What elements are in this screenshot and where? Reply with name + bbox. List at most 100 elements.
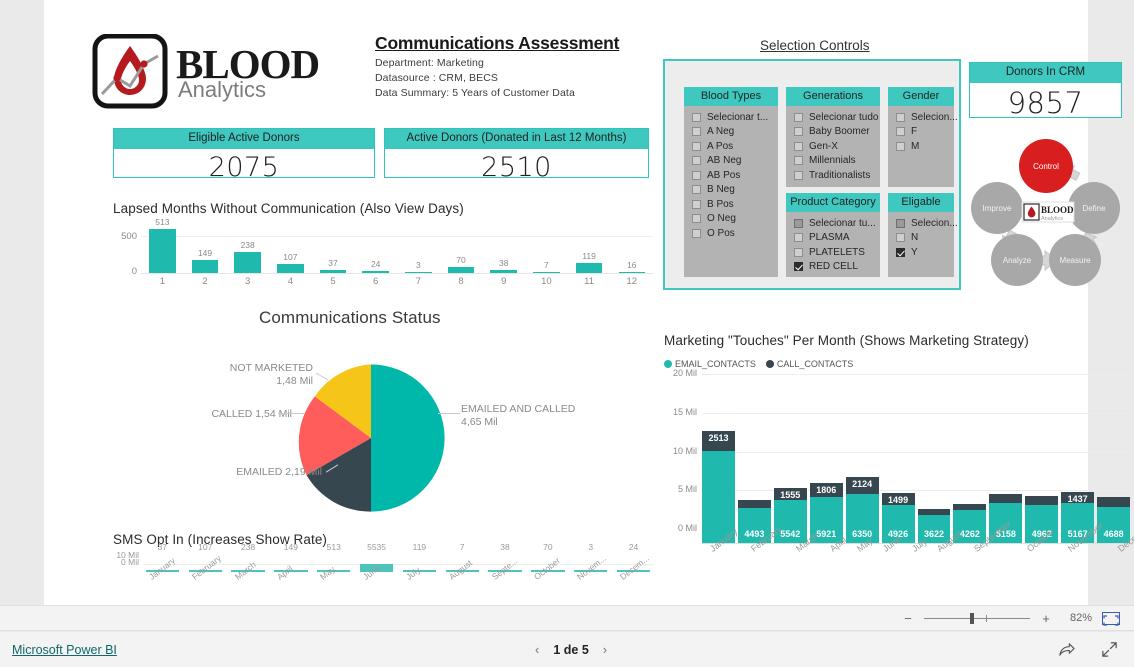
slicer-option[interactable]: RED CELL: [794, 260, 880, 275]
zoom-out-button[interactable]: −: [902, 611, 914, 626]
checkbox-icon[interactable]: [794, 170, 803, 180]
marketing-bar-column[interactable]: 1499 4926: [881, 374, 915, 543]
zoom-in-button[interactable]: +: [1040, 611, 1052, 626]
lapsed-bar-column[interactable]: 38: [482, 222, 525, 273]
checkbox-icon[interactable]: [794, 233, 803, 243]
slicer-option[interactable]: O Pos: [692, 226, 778, 241]
slicer-option[interactable]: F: [896, 125, 954, 140]
communications-status-chart[interactable]: NOT MARKETED 1,48 Mil CALLED 1,54 Mil EM…: [113, 330, 653, 520]
checkbox-icon[interactable]: [794, 262, 803, 272]
lapsed-bar-column[interactable]: 37: [312, 222, 355, 273]
slicer-eligable[interactable]: Eligable Selecion... N Y: [888, 193, 958, 277]
kpi-card-active-donors-12m[interactable]: Active Donors (Donated in Last 12 Months…: [384, 128, 649, 183]
checkbox-icon[interactable]: [692, 127, 701, 137]
marketing-bar-column[interactable]: 1555 5542: [773, 374, 807, 543]
marketing-bar-column[interactable]: 1806 5921: [809, 374, 843, 543]
slicer-option[interactable]: A Neg: [692, 125, 778, 140]
checkbox-icon[interactable]: [692, 156, 701, 166]
slicer-generations[interactable]: Generations Selecionar tudo Baby Boomer Gen…: [786, 87, 880, 187]
slicer-product-category[interactable]: Product Category Selecionar tu... PLASMA PL…: [786, 193, 880, 277]
lapsed-bar-column[interactable]: 238: [226, 222, 269, 273]
marketing-bar-column[interactable]: 2124 6350: [845, 374, 879, 543]
lapsed-bar-column[interactable]: 119: [568, 222, 611, 273]
y-tick-label: 10 Mil: [672, 445, 697, 456]
checkbox-icon[interactable]: [692, 112, 701, 122]
lapsed-bar-column[interactable]: 24: [354, 222, 397, 273]
microsoft-power-bi-link[interactable]: Microsoft Power BI: [12, 643, 117, 657]
slicer-option[interactable]: Selecion...: [896, 110, 958, 125]
slicer-blood-types[interactable]: Blood Types Selecionar t... A Neg A Pos AB N…: [684, 87, 778, 277]
slicer-option[interactable]: AB Neg: [692, 154, 778, 169]
lapsed-bar-column[interactable]: 7: [525, 222, 568, 273]
checkbox-icon[interactable]: [692, 199, 701, 209]
legend-item-call-contacts[interactable]: CALL_CONTACTS: [765, 359, 853, 369]
slicer-option[interactable]: B Neg: [692, 183, 778, 198]
slicer-option[interactable]: Traditionalists: [794, 168, 880, 183]
slicer-option[interactable]: PLATELETS: [794, 245, 880, 260]
marketing-bar-column[interactable]: 2513: [702, 374, 735, 543]
marketing-bar-column[interactable]: 1437 5167: [1061, 374, 1095, 543]
slicer-option[interactable]: M: [896, 139, 954, 154]
kpi-card-eligible-active-donors[interactable]: Eligible Active Donors 2075: [113, 128, 375, 183]
slicer-option-label: Millennials: [809, 155, 856, 167]
checkbox-icon[interactable]: [794, 218, 803, 228]
slicer-gender[interactable]: Gender Selecion... F M: [888, 87, 958, 187]
slicer-option[interactable]: PLASMA: [794, 231, 880, 246]
checkbox-icon[interactable]: [896, 127, 905, 137]
checkbox-icon[interactable]: [794, 156, 803, 166]
call-contacts-segment: 1437: [1061, 491, 1095, 505]
slicer-option[interactable]: O Neg: [692, 212, 778, 227]
checkbox-icon[interactable]: [692, 185, 701, 195]
slicer-option[interactable]: Selecionar tudo: [794, 110, 880, 125]
zoom-slider-thumb[interactable]: [970, 612, 974, 624]
marketing-bar-column[interactable]: 5158: [989, 374, 1023, 543]
marketing-bar-column[interactable]: 4262: [953, 374, 987, 543]
marketing-bar-column[interactable]: 4962: [1025, 374, 1059, 543]
slicer-option[interactable]: Baby Boomer: [794, 125, 880, 140]
checkbox-icon[interactable]: [794, 247, 803, 257]
checkbox-icon[interactable]: [692, 141, 701, 151]
slicer-option[interactable]: Selecionar t...: [692, 110, 778, 125]
checkbox-icon[interactable]: [896, 247, 905, 257]
checkbox-icon[interactable]: [794, 127, 803, 137]
share-icon[interactable]: [1058, 641, 1075, 658]
slicer-option[interactable]: A Pos: [692, 139, 778, 154]
checkbox-icon[interactable]: [692, 214, 701, 224]
checkbox-icon[interactable]: [896, 112, 905, 122]
slicer-option[interactable]: Y: [896, 245, 954, 260]
slicer-option[interactable]: AB Pos: [692, 168, 778, 183]
checkbox-icon[interactable]: [794, 112, 803, 122]
lapsed-bar-column[interactable]: 3: [397, 222, 440, 273]
slicer-option[interactable]: B Pos: [692, 197, 778, 212]
fit-to-page-icon[interactable]: [1102, 611, 1120, 626]
sms-opt-in-chart[interactable]: 10 Mil 0 Mil 37 107 238 149 513 5535 119 7 38 70 3…: [113, 542, 653, 604]
chevron-left-icon[interactable]: ‹: [535, 642, 539, 657]
lapsed-bar-column[interactable]: 70: [440, 222, 483, 273]
fullscreen-icon[interactable]: [1101, 641, 1118, 658]
marketing-bar-column[interactable]: 3622: [917, 374, 951, 543]
checkbox-icon[interactable]: [896, 233, 905, 243]
zoom-slider[interactable]: [924, 612, 1030, 624]
checkbox-icon[interactable]: [692, 170, 701, 180]
slicer-option[interactable]: Gen-X: [794, 139, 880, 154]
slicer-option[interactable]: Selecion...: [896, 216, 958, 231]
chevron-right-icon[interactable]: ›: [603, 642, 607, 657]
slicer-option[interactable]: Millennials: [794, 154, 880, 169]
checkbox-icon[interactable]: [896, 218, 905, 228]
lapsed-months-chart[interactable]: 500 0 513 149 238 107 37 24 3 70 38 7 119 16 123456…: [113, 217, 653, 294]
slicer-option[interactable]: N: [896, 231, 954, 246]
kpi-value: 2510: [481, 151, 552, 183]
marketing-touches-chart[interactable]: 0 Mil 5 Mil 10 Mil 15 Mil 20 Mil 2513 4493 155…: [664, 368, 1134, 554]
kpi-card-donors-in-crm[interactable]: Donors In CRM 9857: [969, 62, 1122, 120]
marketing-bar-column[interactable]: 4688: [1097, 374, 1131, 543]
checkbox-icon[interactable]: [692, 228, 701, 238]
checkbox-icon[interactable]: [794, 141, 803, 151]
slicer-option[interactable]: Selecionar tu...: [794, 216, 880, 231]
checkbox-icon[interactable]: [896, 141, 905, 151]
lapsed-bar-column[interactable]: 107: [269, 222, 312, 273]
marketing-bar-column[interactable]: 4493: [737, 374, 771, 543]
lapsed-bar-column[interactable]: 149: [184, 222, 227, 273]
lapsed-bar-column[interactable]: 513: [141, 217, 184, 273]
lapsed-bar-column[interactable]: 16: [610, 222, 653, 273]
slicer-option-label: B Pos: [707, 198, 734, 210]
